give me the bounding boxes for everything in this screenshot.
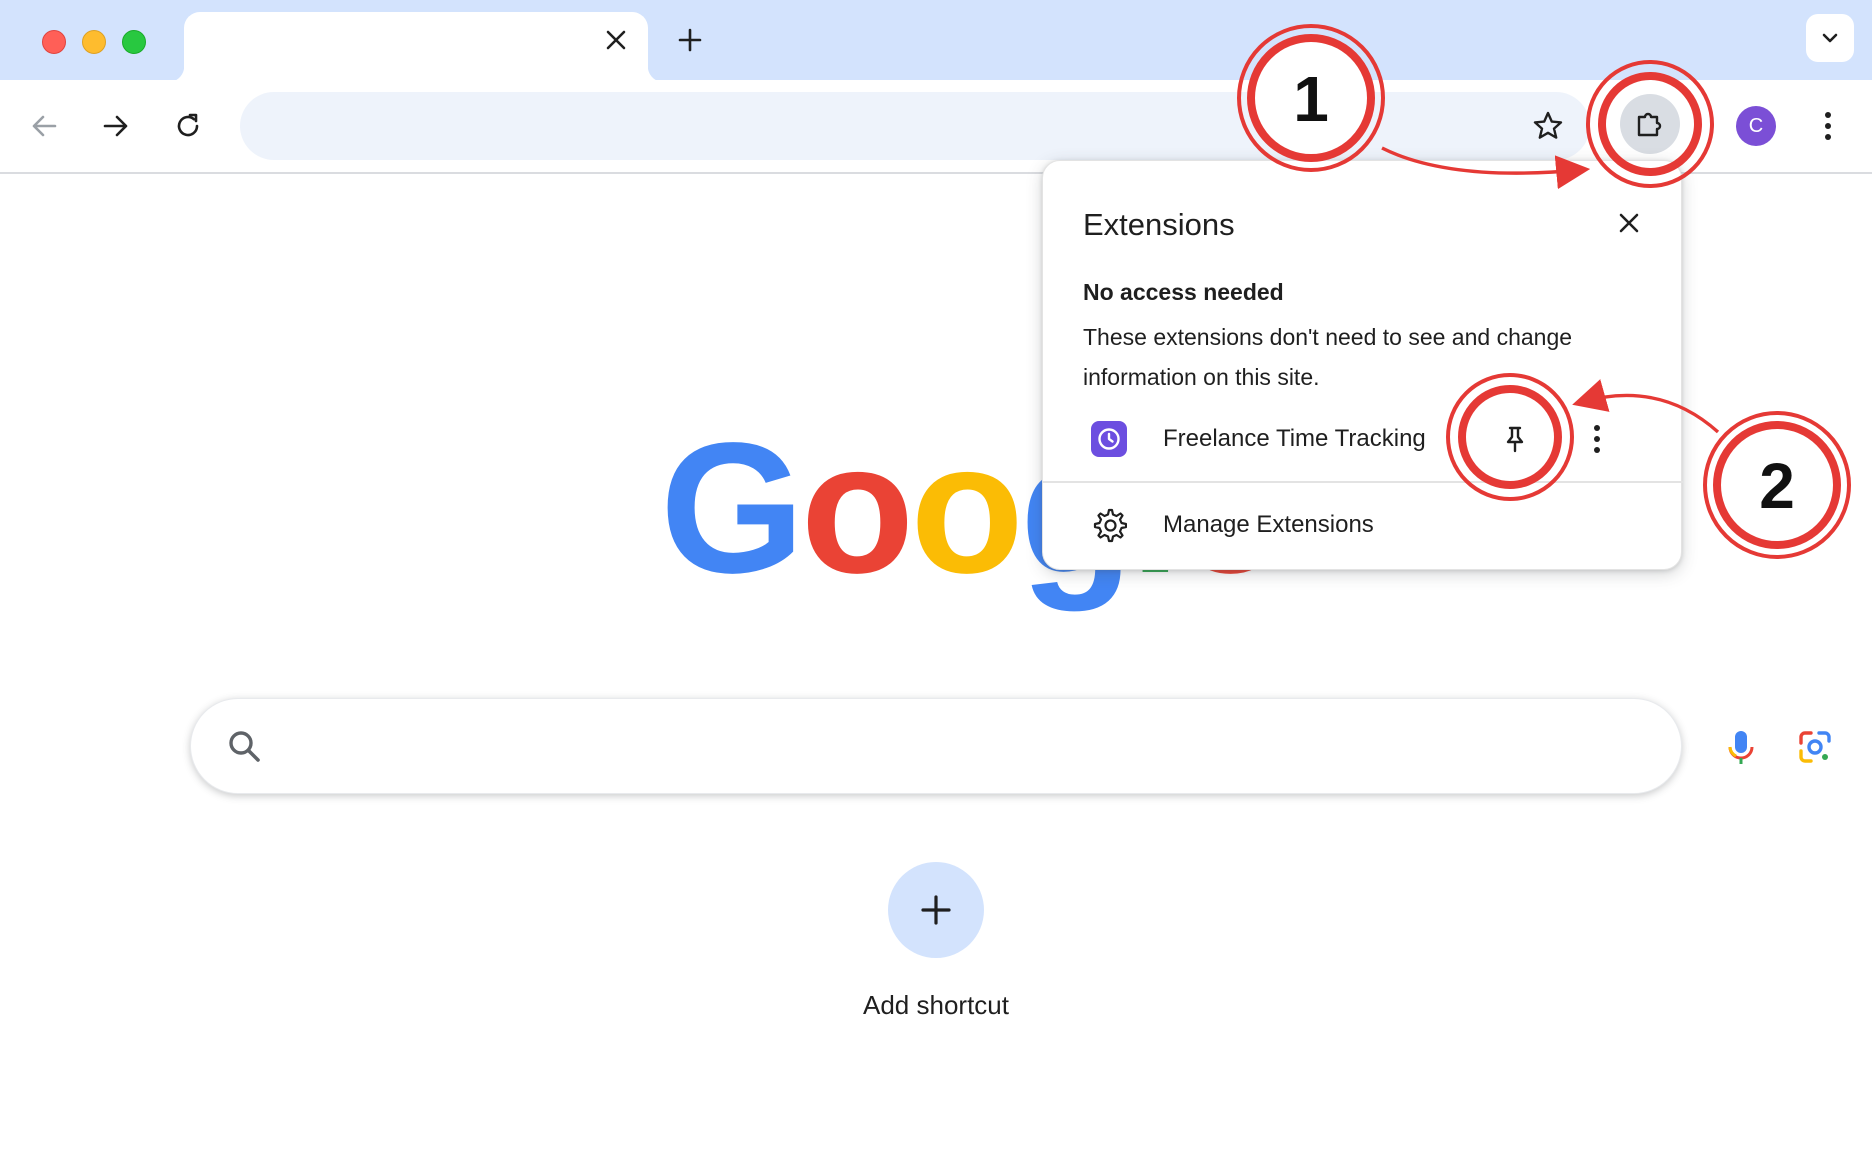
extensions-menu-close-button[interactable]: [1607, 201, 1651, 245]
arrow-left-icon: [32, 115, 57, 137]
tab-close-button[interactable]: [600, 24, 632, 56]
profile-avatar[interactable]: C: [1736, 106, 1776, 146]
plus-icon: [678, 28, 702, 52]
plus-icon: [921, 895, 951, 925]
extensions-menu: Extensions No access needed These extens…: [1042, 160, 1683, 570]
close-icon: [606, 30, 626, 50]
manage-extensions-label: Manage Extensions: [1163, 511, 1374, 538]
section-heading: No access needed: [1083, 279, 1284, 305]
section-description: These extensions don't need to see and c…: [1083, 324, 1573, 390]
add-shortcut-label: Add shortcut: [863, 990, 1009, 1020]
address-bar[interactable]: [240, 92, 1590, 160]
active-tab[interactable]: [168, 12, 664, 82]
google-search-box[interactable]: [190, 698, 1831, 794]
add-shortcut-button[interactable]: [888, 862, 984, 958]
star-icon: [1533, 111, 1563, 139]
reload-icon: [177, 113, 199, 137]
tab-strip: [0, 0, 1872, 82]
back-button[interactable]: [20, 102, 68, 150]
more-vertical-icon: [1594, 425, 1600, 453]
browser-menu-button[interactable]: [1804, 102, 1852, 150]
extensions-menu-title: Extensions: [1083, 207, 1235, 242]
extension-row[interactable]: Freelance Time Tracking: [1043, 401, 1683, 477]
extensions-button[interactable]: [1620, 94, 1680, 154]
step-2-label: 2: [1759, 450, 1795, 522]
pin-icon: [1506, 426, 1524, 453]
tab-search-button[interactable]: [1806, 14, 1854, 62]
more-vertical-icon: [1825, 112, 1831, 140]
clock-icon: [1091, 421, 1127, 457]
avatar-initial: C: [1748, 114, 1764, 137]
step-2-badge: 2: [1703, 411, 1851, 559]
search-icon: [229, 731, 260, 762]
mic-icon[interactable]: [1721, 727, 1761, 767]
extension-name: Freelance Time Tracking: [1163, 425, 1426, 452]
bookmark-button[interactable]: [1524, 102, 1572, 150]
arrow-right-icon: [103, 115, 128, 137]
extension-more-button[interactable]: [1575, 415, 1619, 463]
menu-divider: [1043, 481, 1683, 483]
manage-extensions-item[interactable]: Manage Extensions: [1043, 491, 1683, 559]
pin-button[interactable]: [1491, 415, 1539, 463]
new-tab-button[interactable]: [672, 22, 708, 58]
window-zoom-button[interactable]: [122, 30, 146, 54]
reload-button[interactable]: [164, 102, 212, 150]
puzzle-icon: [1637, 112, 1662, 137]
window-minimize-button[interactable]: [82, 30, 106, 54]
lens-icon[interactable]: [1795, 727, 1835, 767]
chevron-down-icon: [1822, 33, 1838, 43]
forward-button[interactable]: [92, 102, 140, 150]
gear-icon: [1093, 508, 1127, 543]
close-icon: [1619, 213, 1639, 233]
window-close-button[interactable]: [42, 30, 66, 54]
